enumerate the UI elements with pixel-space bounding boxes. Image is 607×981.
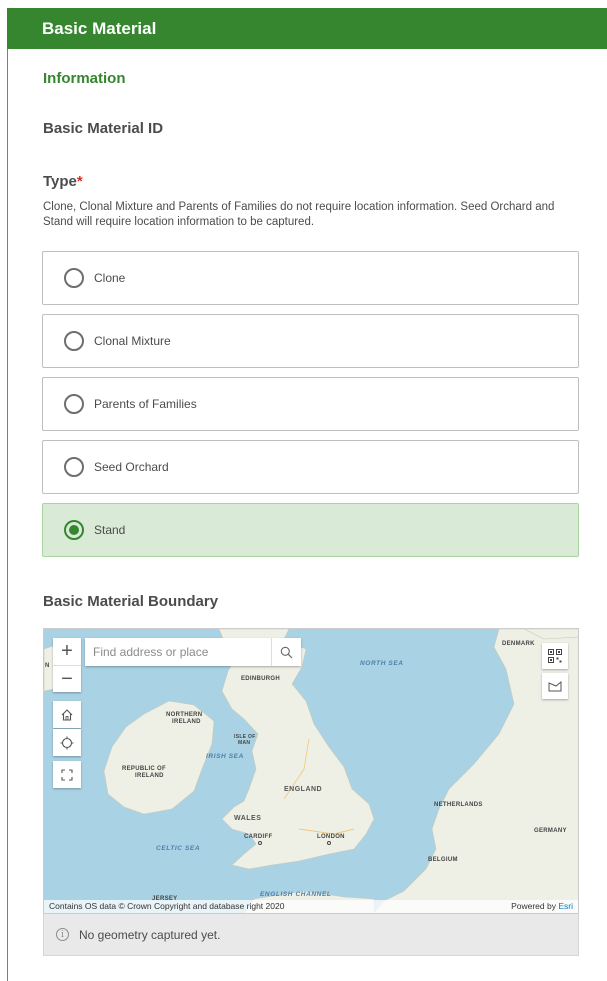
form-title: Basic Material bbox=[42, 19, 157, 38]
polygon-draw-icon bbox=[548, 680, 562, 692]
radio-icon[interactable] bbox=[64, 331, 84, 351]
form-header: Basic Material bbox=[7, 8, 607, 49]
map-label-cardiff: CARDIFF bbox=[244, 834, 273, 840]
map-label-north-sea: NORTH SEA bbox=[360, 660, 404, 667]
map-label-english-channel: ENGLISH CHANNEL bbox=[260, 891, 332, 898]
home-button[interactable] bbox=[53, 701, 81, 728]
fullscreen-button[interactable] bbox=[53, 761, 81, 788]
basemap-gallery-button[interactable] bbox=[542, 643, 568, 669]
powered-by: Powered by Esri bbox=[511, 900, 573, 913]
powered-by-text: Powered by bbox=[511, 901, 556, 911]
zoom-in-button[interactable]: + bbox=[53, 638, 81, 665]
zoom-out-button[interactable]: − bbox=[53, 665, 81, 692]
search-icon bbox=[280, 646, 293, 658]
zoom-control: + − bbox=[53, 638, 81, 692]
type-label-text: Type bbox=[43, 173, 77, 190]
map-label-netherlands: NETHERLANDS bbox=[434, 802, 483, 808]
sketch-tool-button[interactable] bbox=[542, 673, 568, 699]
map-label-northern-ireland-1: NORTHERN bbox=[166, 712, 203, 718]
map-label-edge-n: N bbox=[45, 663, 50, 669]
option-label: Clone bbox=[94, 271, 126, 285]
radio-icon[interactable] bbox=[64, 268, 84, 288]
option-clonal-mixture[interactable]: Clonal Mixture bbox=[42, 314, 579, 368]
option-label: Stand bbox=[94, 523, 126, 537]
map-search-button[interactable] bbox=[271, 638, 301, 666]
option-stand[interactable]: Stand bbox=[42, 503, 579, 557]
section-title-information: Information bbox=[43, 70, 126, 87]
radio-icon[interactable] bbox=[64, 457, 84, 477]
map-attribution: Contains OS data © Crown Copyright and d… bbox=[44, 900, 578, 913]
locate-button[interactable] bbox=[53, 729, 81, 756]
map-label-isle-of-man-2: MAN bbox=[238, 740, 251, 746]
locate-icon bbox=[60, 736, 74, 749]
home-icon bbox=[61, 708, 73, 721]
map-label-republic-of-ireland-1: REPUBLIC OF bbox=[122, 766, 166, 772]
map-label-germany: GERMANY bbox=[534, 828, 567, 834]
radio-icon[interactable] bbox=[64, 394, 84, 414]
map-label-republic-of-ireland-2: IRELAND bbox=[135, 773, 164, 779]
option-label: Seed Orchard bbox=[94, 460, 169, 474]
city-dot-london bbox=[327, 841, 331, 845]
map-label-belgium: BELGIUM bbox=[428, 857, 458, 863]
type-radio-group: Clone Clonal Mixture Parents of Families… bbox=[42, 251, 579, 566]
map-label-irish-sea: IRISH SEA bbox=[206, 753, 244, 760]
radio-selected-icon[interactable] bbox=[64, 520, 84, 540]
option-label: Clonal Mixture bbox=[94, 334, 171, 348]
required-marker: * bbox=[76, 173, 83, 190]
fullscreen-icon bbox=[61, 768, 73, 781]
option-label: Parents of Families bbox=[94, 397, 197, 411]
map-label-celtic-sea: CELTIC SEA bbox=[156, 845, 201, 852]
city-dot-cardiff bbox=[258, 841, 262, 845]
option-seed-orchard[interactable]: Seed Orchard bbox=[42, 440, 579, 494]
esri-link[interactable]: Esri bbox=[558, 901, 573, 911]
option-parents-of-families[interactable]: Parents of Families bbox=[42, 377, 579, 431]
attribution-text: Contains OS data © Crown Copyright and d… bbox=[49, 901, 285, 911]
field-label-boundary: Basic Material Boundary bbox=[43, 593, 219, 610]
field-label-type: Type* bbox=[43, 173, 83, 190]
left-accent-rule bbox=[7, 48, 8, 981]
map-label-denmark: DENMARK bbox=[502, 641, 535, 647]
map-label-northern-ireland-2: IRELAND bbox=[172, 719, 201, 725]
map-label-edinburgh: EDINBURGH bbox=[241, 676, 281, 682]
map-search-input[interactable] bbox=[85, 638, 271, 666]
map-search-box bbox=[85, 638, 301, 666]
qr-grid-icon bbox=[548, 649, 562, 663]
radio-dot bbox=[69, 525, 79, 535]
geometry-status-bar: i No geometry captured yet. bbox=[43, 914, 579, 956]
info-icon: i bbox=[56, 928, 69, 941]
type-description: Clone, Clonal Mixture and Parents of Fam… bbox=[43, 201, 555, 228]
map-label-london: LONDON bbox=[317, 834, 345, 840]
field-label-basic-material-id: Basic Material ID bbox=[43, 120, 164, 137]
geometry-status-message: No geometry captured yet. bbox=[79, 927, 221, 942]
map-label-england: ENGLAND bbox=[284, 786, 323, 793]
map-label-wales: WALES bbox=[234, 815, 262, 822]
option-clone[interactable]: Clone bbox=[42, 251, 579, 305]
boundary-map[interactable]: NORTH SEA DENMARK EDINBURGH NORTHERN IRE… bbox=[43, 628, 579, 914]
